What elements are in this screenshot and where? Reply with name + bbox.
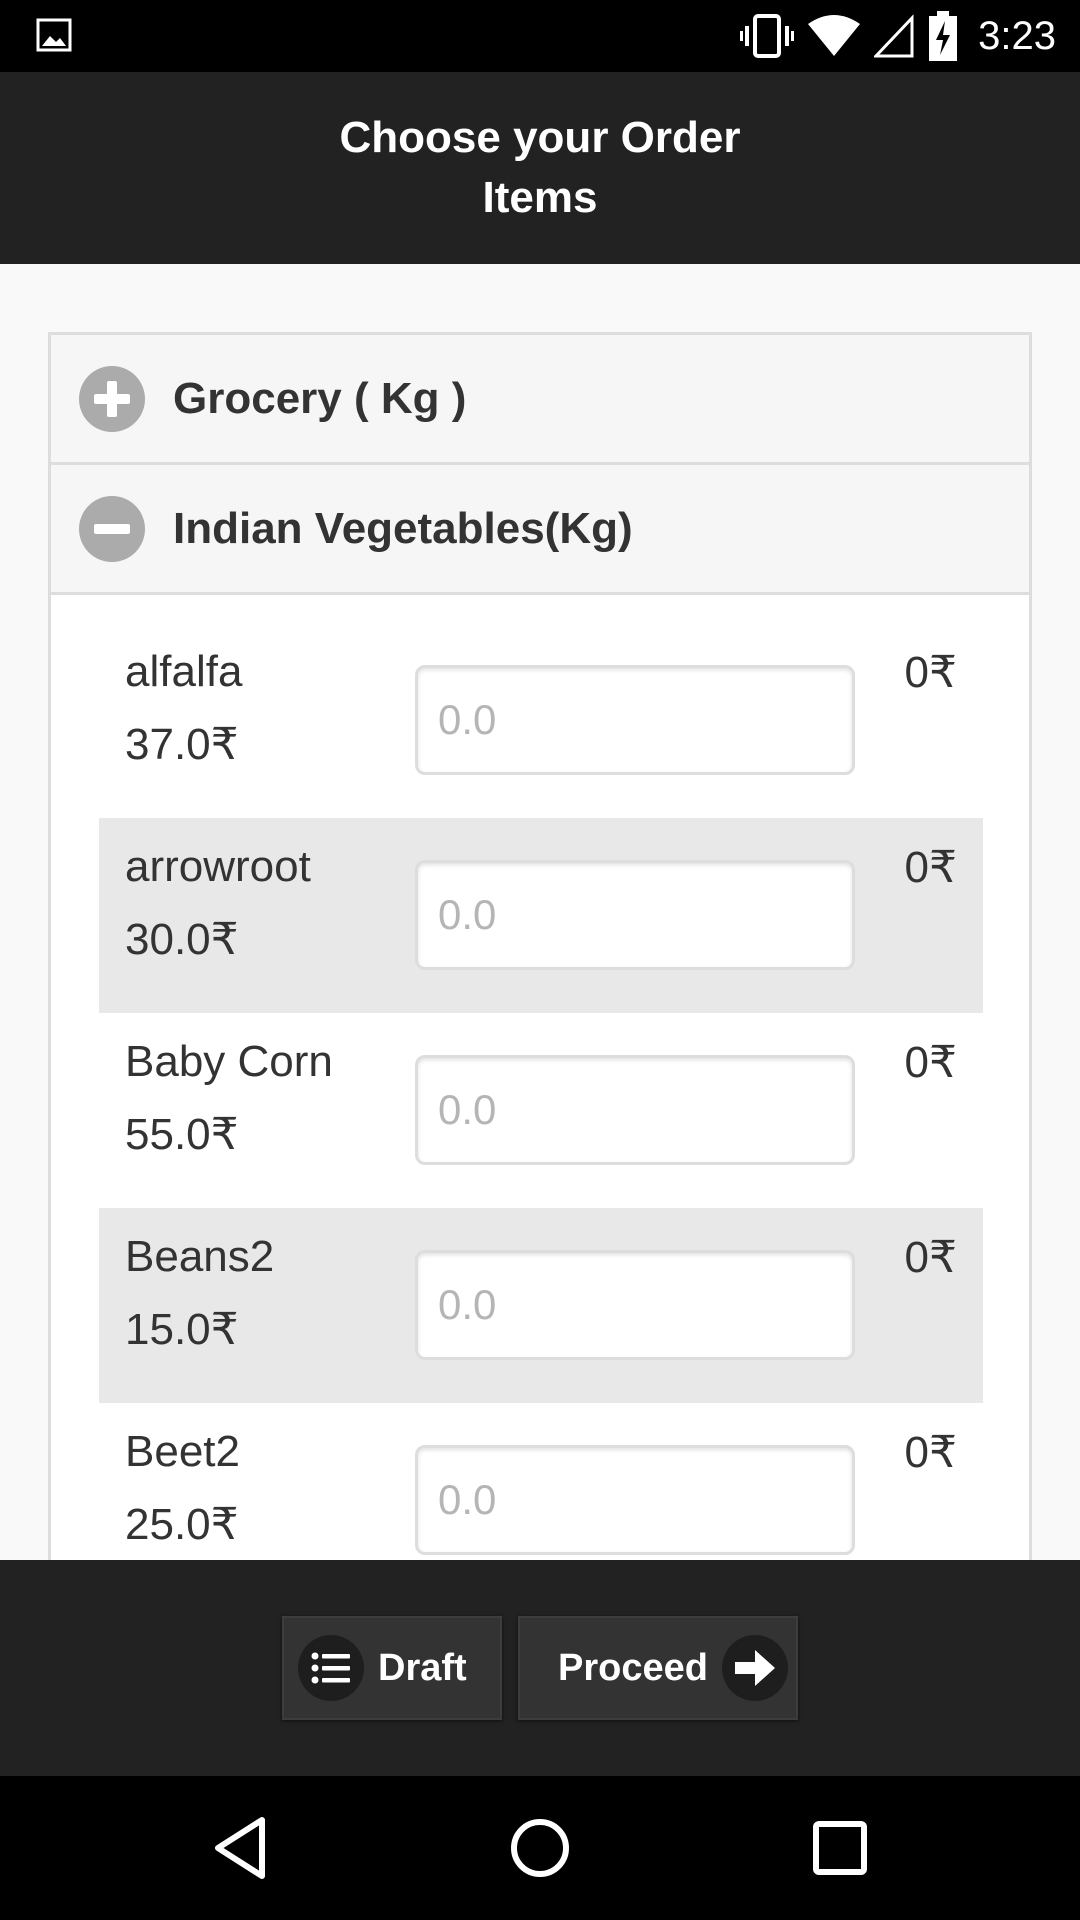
image-icon [36, 18, 72, 52]
item-name: Beet2 [125, 1427, 240, 1476]
item-total: 0₹ [904, 1233, 957, 1282]
list-icon [298, 1635, 364, 1701]
item-list: alfalfa 37.0₹ 0₹ arrowroot 30.0₹ 0₹ Baby… [99, 623, 983, 1560]
battery-charging-icon [929, 11, 958, 61]
main-content[interactable]: Grocery ( Kg ) Indian Vegetables(Kg) alf… [0, 264, 1080, 1560]
item-price: 30.0₹ [125, 915, 239, 964]
status-time: 3:23 [978, 13, 1056, 58]
minus-circle-icon [79, 495, 145, 562]
category-label: Grocery ( Kg ) [173, 373, 467, 423]
list-item: arrowroot 30.0₹ 0₹ [99, 818, 983, 1013]
back-icon[interactable] [204, 1812, 276, 1884]
category-accordion: Grocery ( Kg ) Indian Vegetables(Kg) alf… [48, 332, 1032, 1560]
list-item: Beet2 25.0₹ 0₹ [99, 1403, 983, 1560]
plus-circle-icon [79, 365, 145, 432]
item-total: 0₹ [904, 1428, 957, 1477]
list-item: Beans2 15.0₹ 0₹ [99, 1208, 983, 1403]
header-bar: Choose your Order Items [0, 72, 1080, 264]
status-icons: 3:23 [740, 0, 1056, 72]
quantity-input[interactable] [415, 665, 855, 775]
item-total: 0₹ [904, 1038, 957, 1087]
quantity-input[interactable] [415, 1055, 855, 1165]
category-grocery[interactable]: Grocery ( Kg ) [51, 335, 1029, 465]
quantity-input[interactable] [415, 1250, 855, 1360]
home-icon[interactable] [504, 1812, 576, 1884]
wifi-icon [808, 15, 861, 56]
proceed-label: Proceed [558, 1646, 708, 1689]
category-label: Indian Vegetables(Kg) [173, 503, 633, 553]
draft-button[interactable]: Draft [282, 1616, 502, 1720]
page-title: Choose your Order Items [339, 113, 741, 222]
item-price: 55.0₹ [125, 1110, 239, 1159]
list-item: alfalfa 37.0₹ 0₹ [99, 623, 983, 818]
signal-icon [874, 14, 914, 58]
draft-label: Draft [378, 1646, 467, 1689]
item-name: Baby Corn [125, 1037, 333, 1086]
footer-bar: Draft Proceed [0, 1560, 1080, 1776]
status-bar: 3:23 [0, 0, 1080, 72]
list-item: Baby Corn 55.0₹ 0₹ [99, 1013, 983, 1208]
recents-icon[interactable] [804, 1812, 876, 1884]
item-name: alfalfa [125, 647, 243, 696]
system-nav-bar [0, 1776, 1080, 1920]
item-name: arrowroot [125, 842, 311, 891]
item-total: 0₹ [904, 843, 957, 892]
item-total: 0₹ [904, 648, 957, 697]
item-price: 37.0₹ [125, 720, 239, 769]
vibrate-icon [740, 14, 795, 58]
proceed-button[interactable]: Proceed [518, 1616, 798, 1720]
item-price: 15.0₹ [125, 1305, 239, 1354]
item-price: 25.0₹ [125, 1500, 239, 1549]
arrow-right-icon [721, 1635, 788, 1701]
quantity-input[interactable] [415, 1445, 855, 1555]
item-name: Beans2 [125, 1232, 275, 1281]
category-indian-vegetables[interactable]: Indian Vegetables(Kg) [51, 465, 1029, 595]
quantity-input[interactable] [415, 860, 855, 970]
